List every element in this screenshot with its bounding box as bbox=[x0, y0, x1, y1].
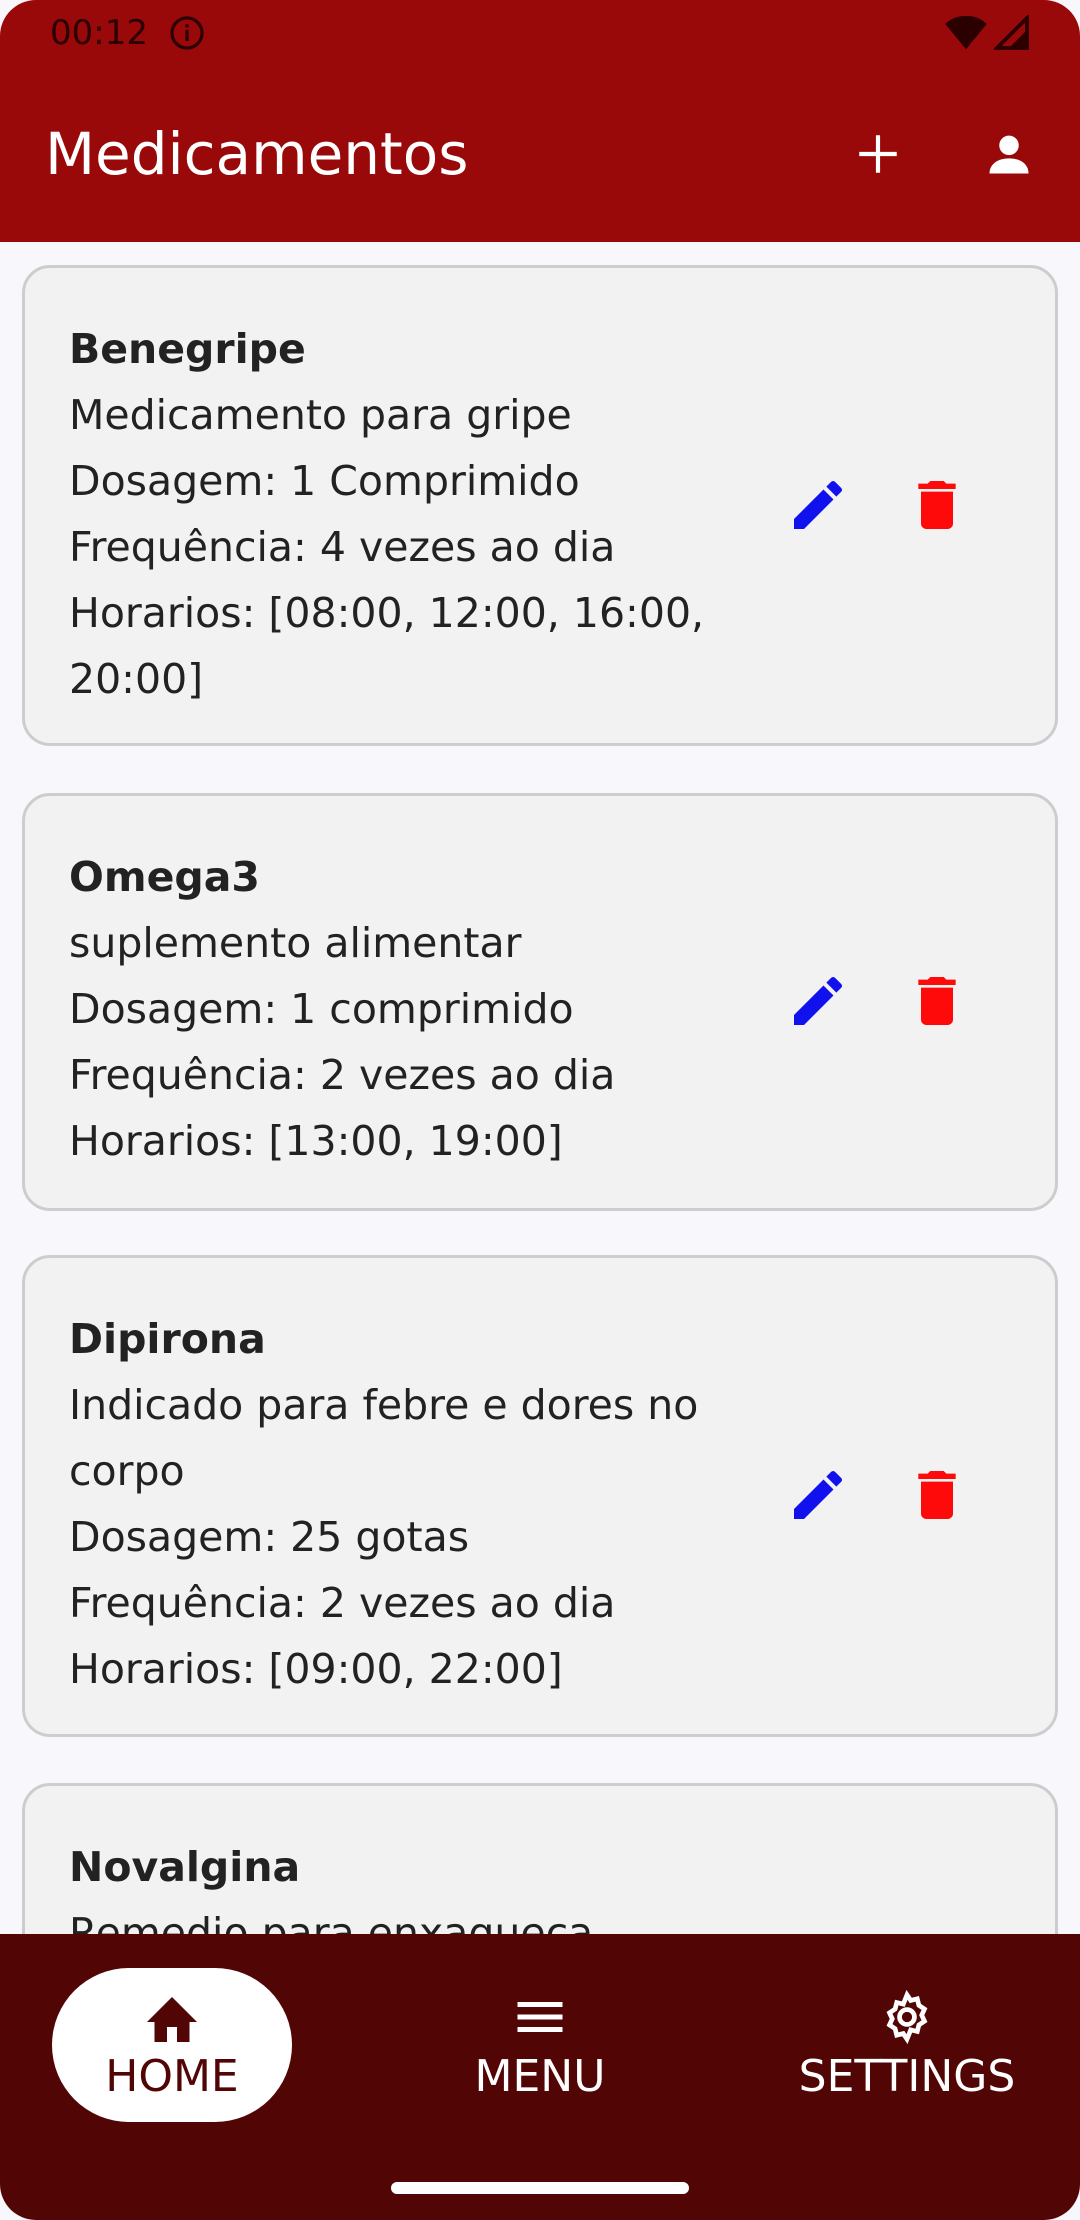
medication-card: Omega3 suplemento alimentar Dosagem: 1 c… bbox=[22, 793, 1058, 1211]
add-icon[interactable] bbox=[853, 129, 903, 179]
medication-frequency: Frequência: 2 vezes ao dia bbox=[69, 1579, 616, 1627]
settings-icon bbox=[877, 1989, 937, 2045]
status-time: 00:12 bbox=[50, 13, 148, 53]
menu-icon bbox=[510, 1989, 570, 2045]
edit-icon[interactable] bbox=[786, 1463, 850, 1527]
delete-icon[interactable] bbox=[905, 1463, 969, 1527]
delete-icon[interactable] bbox=[905, 969, 969, 1033]
page-title: Medicamentos bbox=[45, 120, 469, 188]
medication-name: Dipirona bbox=[69, 1315, 266, 1363]
medication-name: Benegripe bbox=[69, 325, 306, 373]
medication-schedule: Horarios: [13:00, 19:00] bbox=[69, 1117, 563, 1165]
medication-list[interactable]: Benegripe Medicamento para gripe Dosagem… bbox=[0, 242, 1080, 1934]
medication-name: Omega3 bbox=[69, 853, 260, 901]
medication-description: Remedio para enxaqueca bbox=[69, 1909, 594, 1934]
person-icon[interactable] bbox=[983, 128, 1035, 180]
medication-schedule: Horarios: [08:00, 12:00, 16:00, 20:00] bbox=[69, 589, 705, 703]
edit-icon[interactable] bbox=[786, 969, 850, 1033]
nav-settings[interactable]: SETTINGS bbox=[787, 1968, 1027, 2122]
nav-home-label: HOME bbox=[105, 2050, 239, 2102]
medication-frequency: Frequência: 2 vezes ao dia bbox=[69, 1051, 616, 1099]
medication-dosage: Dosagem: 25 gotas bbox=[69, 1513, 470, 1561]
delete-icon[interactable] bbox=[905, 473, 969, 537]
gesture-handle bbox=[391, 2182, 689, 2194]
app-bar: Medicamentos bbox=[0, 66, 1080, 242]
medication-description: Medicamento para gripe bbox=[69, 391, 572, 439]
edit-icon[interactable] bbox=[786, 473, 850, 537]
medication-description: Indicado para febre e dores no corpo bbox=[69, 1381, 699, 1495]
medication-description: suplemento alimentar bbox=[69, 919, 522, 967]
wifi-icon bbox=[944, 15, 988, 51]
medication-dosage: Dosagem: 1 comprimido bbox=[69, 985, 574, 1033]
medication-dosage: Dosagem: 1 Comprimido bbox=[69, 457, 580, 505]
nav-menu-label: MENU bbox=[474, 2050, 606, 2102]
info-icon bbox=[168, 14, 206, 52]
medication-card: Benegripe Medicamento para gripe Dosagem… bbox=[22, 265, 1058, 746]
medication-schedule: Horarios: [09:00, 22:00] bbox=[69, 1645, 563, 1693]
nav-settings-label: SETTINGS bbox=[798, 2050, 1016, 2102]
medication-frequency: Frequência: 4 vezes ao dia bbox=[69, 523, 616, 571]
home-icon bbox=[142, 1989, 202, 2045]
nav-home[interactable]: HOME bbox=[52, 1968, 292, 2122]
status-bar: 00:12 bbox=[0, 0, 1080, 66]
nav-menu[interactable]: MENU bbox=[420, 1968, 660, 2122]
bottom-navigation: HOME MENU SETTINGS bbox=[0, 1934, 1080, 2220]
signal-icon bbox=[994, 15, 1030, 51]
medication-card: Novalgina Remedio para enxaqueca bbox=[22, 1783, 1058, 1934]
medication-name: Novalgina bbox=[69, 1843, 301, 1891]
medication-card: Dipirona Indicado para febre e dores no … bbox=[22, 1255, 1058, 1737]
